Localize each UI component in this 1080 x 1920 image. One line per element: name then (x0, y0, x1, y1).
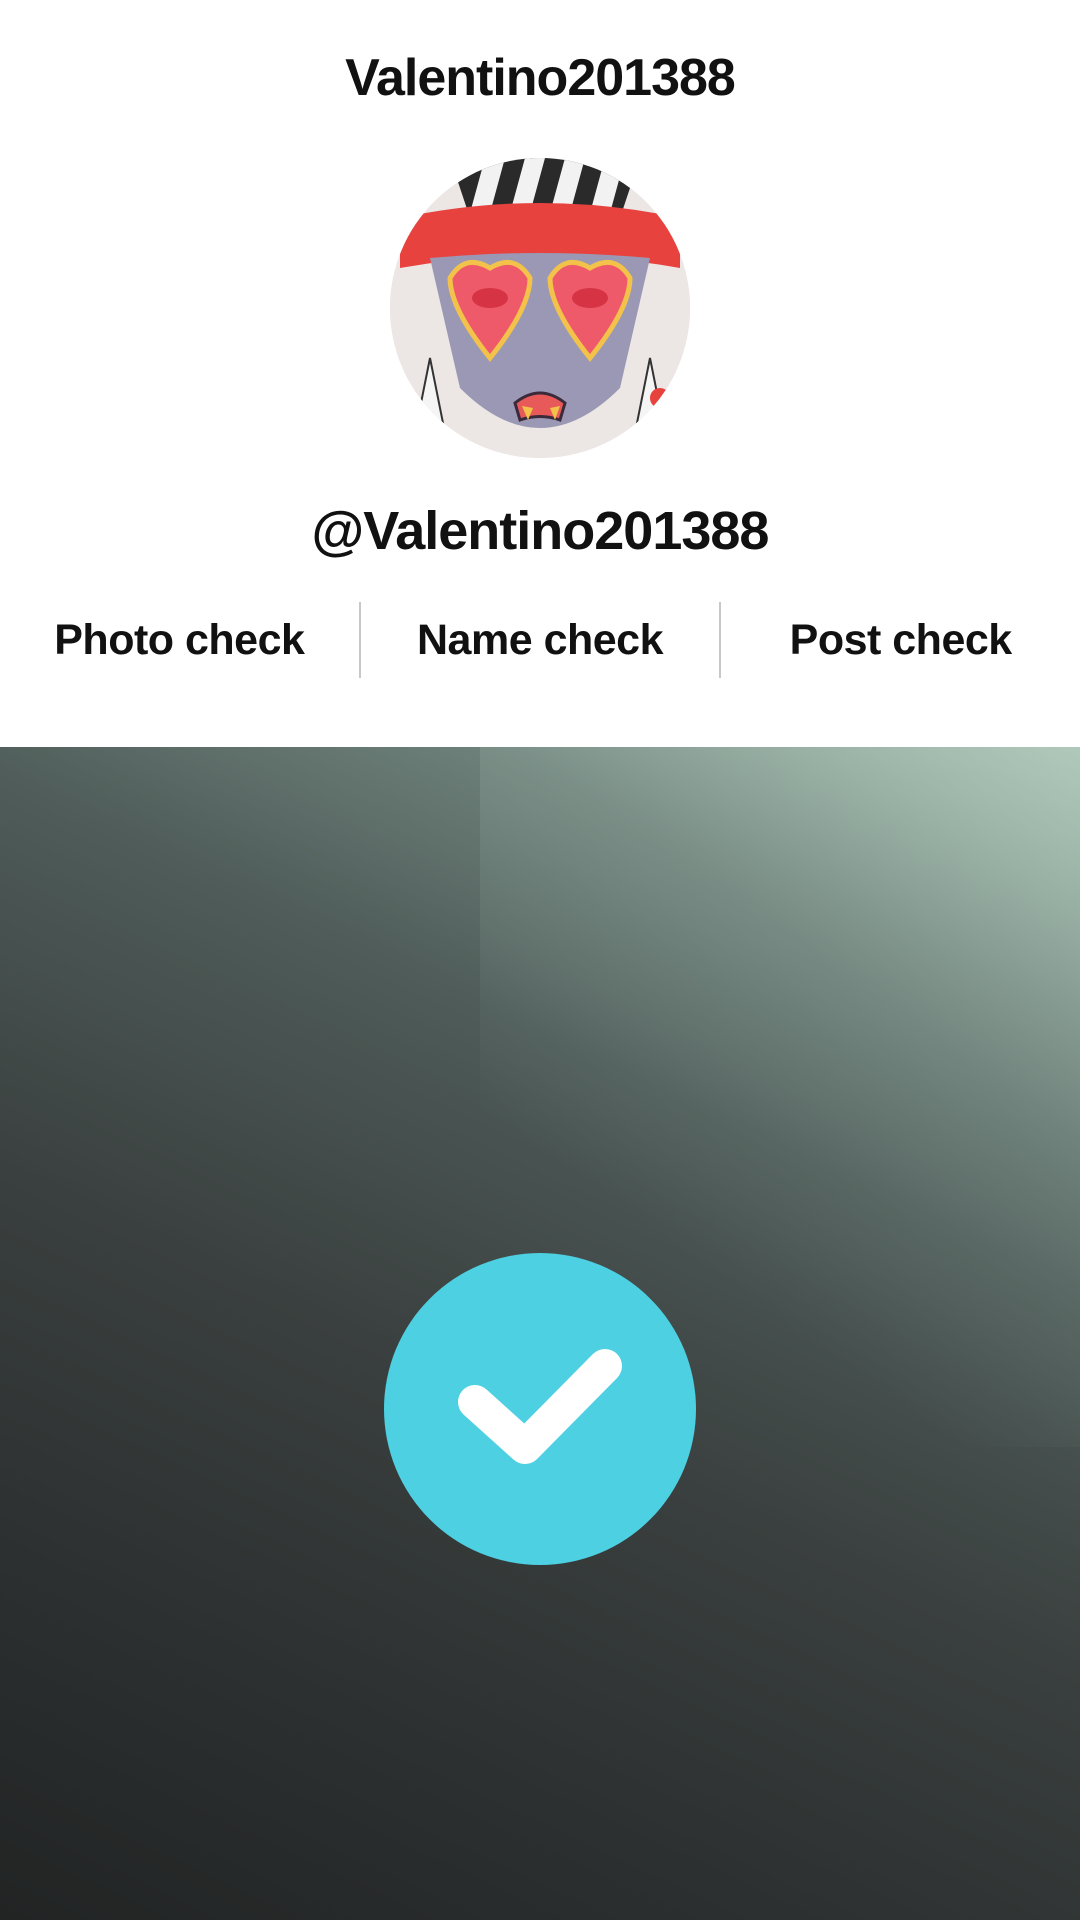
tab-post-check[interactable]: Post check (721, 602, 1080, 678)
profile-check-screen: Valentino201388 @Valentino201388 Photo c… (0, 0, 1080, 1920)
avatar-image (390, 158, 690, 458)
checkmark-icon (458, 1349, 622, 1464)
avatar[interactable] (390, 158, 690, 458)
check-tabs: Photo check Name check Post check (0, 602, 1080, 678)
tab-photo-check[interactable]: Photo check (0, 602, 359, 678)
page-title: Valentino201388 (345, 49, 736, 107)
tab-name-check[interactable]: Name check (361, 602, 720, 678)
profile-header: Valentino201388 @Valentino201388 Photo c… (0, 0, 1080, 747)
video-background (0, 747, 1080, 1920)
verified-badge (384, 1253, 696, 1565)
username-handle: @Valentino201388 (311, 501, 770, 561)
